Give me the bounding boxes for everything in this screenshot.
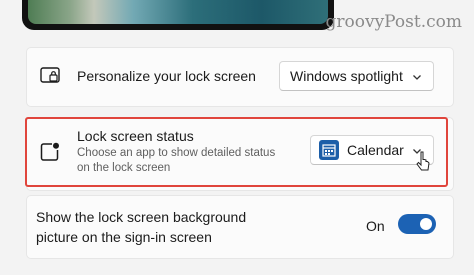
- signin-background-card: [26, 195, 454, 259]
- lock-screen-preview: [22, 0, 334, 30]
- lock-screen-icon: [40, 67, 60, 90]
- preview-image: [28, 0, 328, 24]
- mouse-cursor-icon: [416, 151, 430, 180]
- personalize-dropdown-value: Windows spotlight: [290, 68, 403, 84]
- calendar-icon: [319, 140, 339, 160]
- watermark: groovyPost.com: [325, 12, 462, 32]
- toggle-knob: [420, 218, 432, 230]
- status-description-line2: on the lock screen: [77, 162, 171, 174]
- signin-background-toggle[interactable]: [398, 214, 436, 234]
- status-dropdown-value: Calendar: [347, 142, 404, 158]
- personalize-dropdown[interactable]: Windows spotlight: [279, 61, 434, 91]
- personalize-label: Personalize your lock screen: [77, 68, 256, 84]
- status-description-line1: Choose an app to show detailed status: [77, 147, 276, 159]
- toggle-state-label: On: [366, 218, 385, 234]
- lock-screen-status-icon: [40, 142, 60, 167]
- status-label: Lock screen status: [77, 128, 194, 144]
- signin-label-line2: picture on the sign-in screen: [36, 229, 212, 245]
- signin-label-line1: Show the lock screen background: [36, 209, 247, 225]
- chevron-down-icon: [411, 70, 423, 86]
